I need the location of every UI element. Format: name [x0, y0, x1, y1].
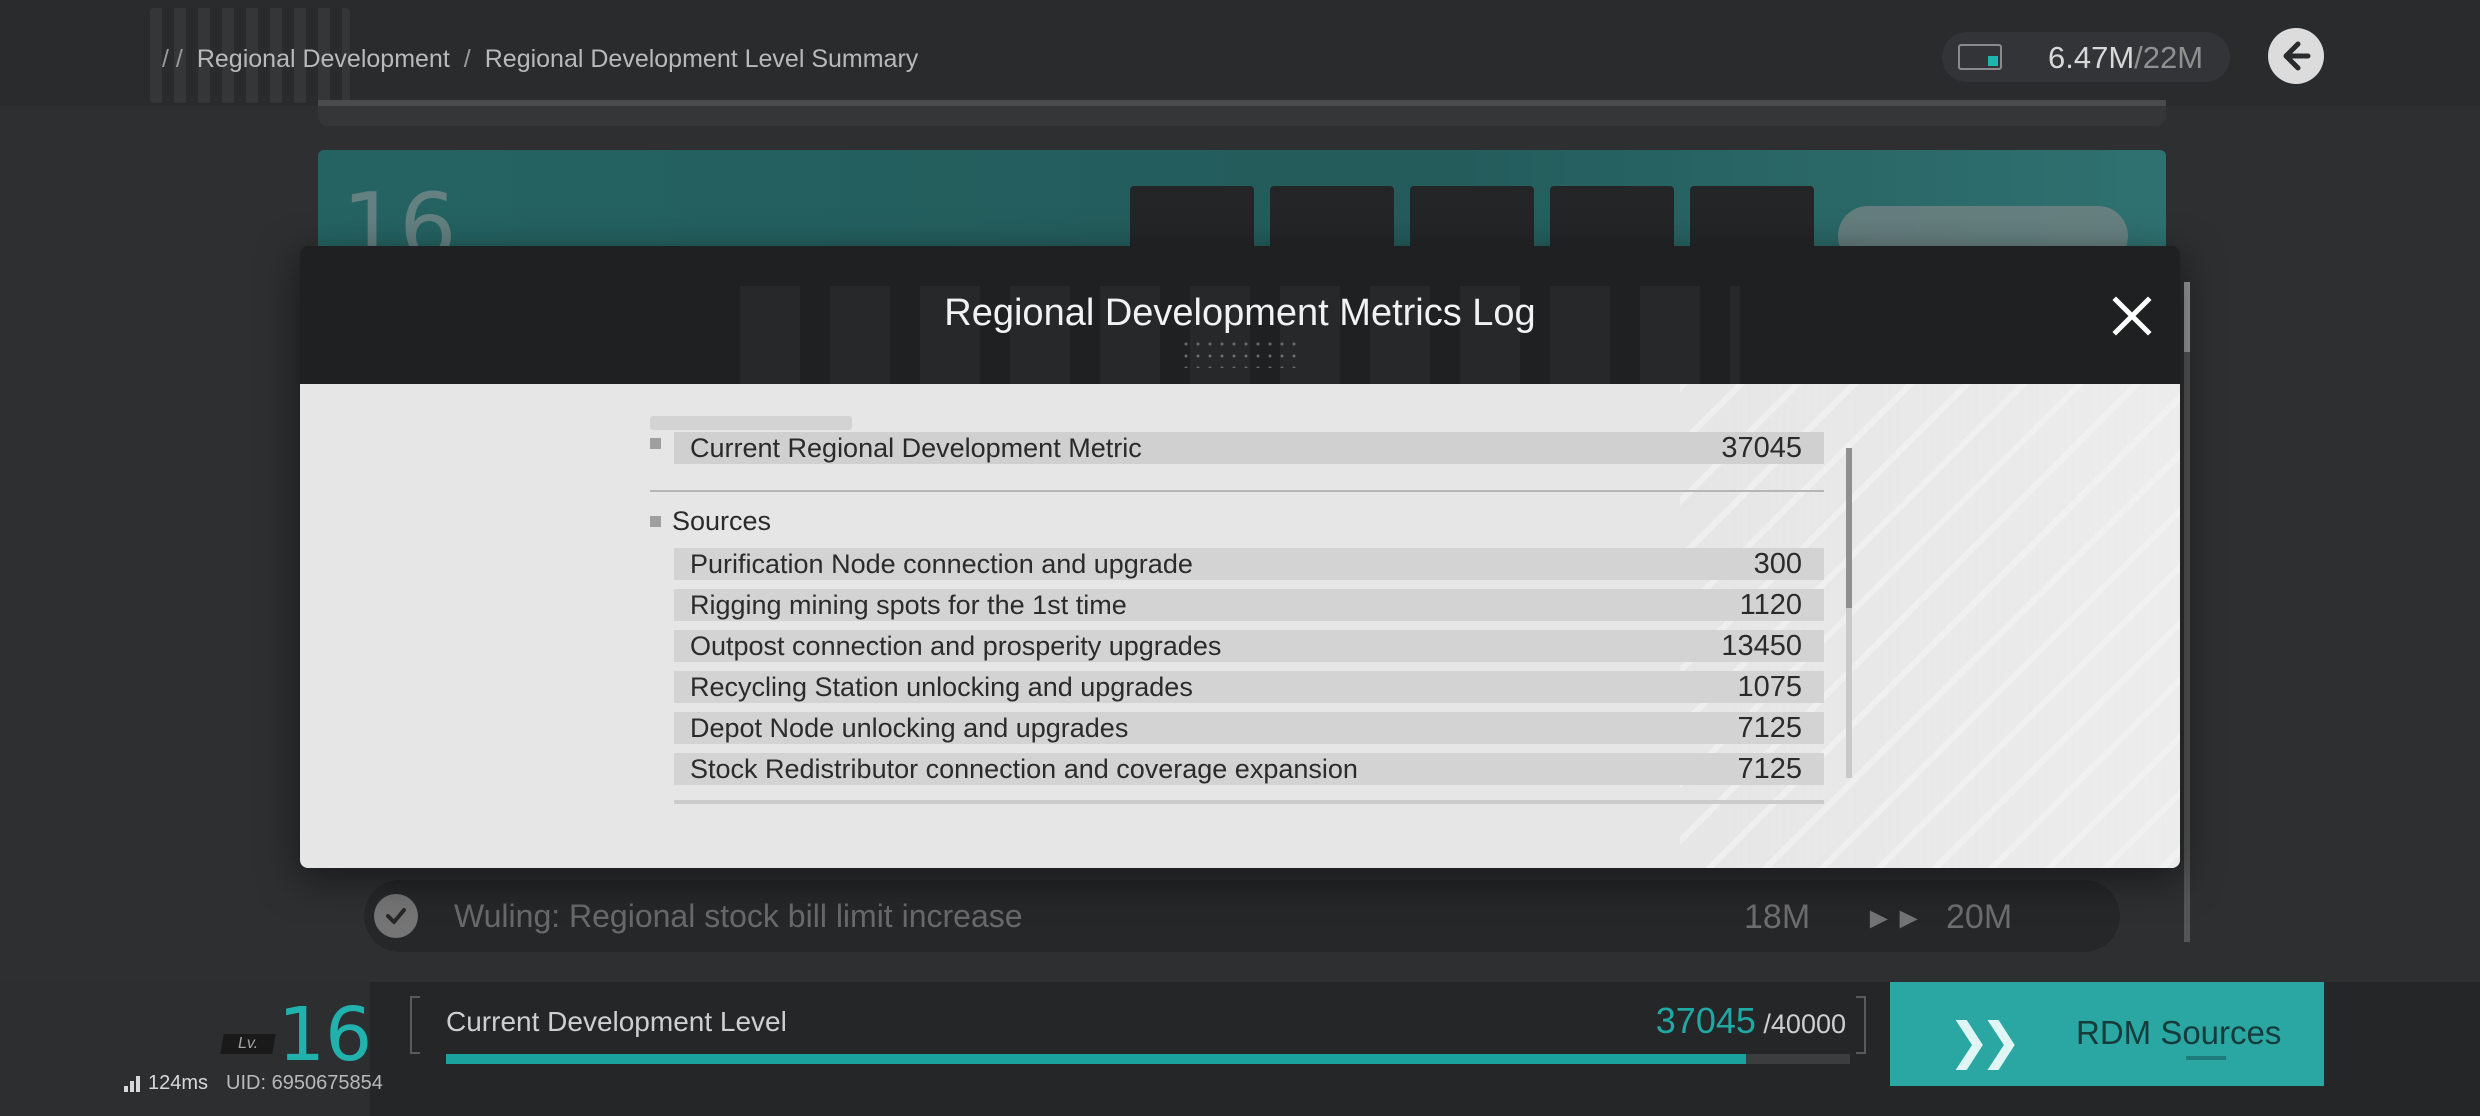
top-bar: / / Regional Development / Regional Deve…: [0, 0, 2480, 106]
source-value: 7125: [1737, 752, 1802, 785]
close-icon[interactable]: [2110, 294, 2154, 338]
modal-header: Regional Development Metrics Log: [300, 246, 2180, 384]
source-row: Purification Node connection and upgrade…: [674, 548, 1824, 580]
progress-bar-fill: [446, 1054, 1747, 1064]
double-chevron-icon: ❯❯: [1948, 1012, 2022, 1070]
breadcrumb: / / Regional Development / Regional Deve…: [162, 42, 918, 76]
stock-bill-counter[interactable]: 6.47M/22M: [1942, 32, 2230, 82]
source-value: 1075: [1737, 670, 1802, 703]
level-tag: Lv.: [220, 1034, 276, 1054]
development-level-numbers: 37045 /40000: [1656, 1000, 1846, 1042]
user-id: UID: 6950675854: [226, 1072, 383, 1094]
rdm-sources-button[interactable]: ❯❯ RDM Sources: [1890, 982, 2324, 1086]
bracket-left: [410, 996, 420, 1054]
progress-bar: [446, 1054, 1850, 1064]
rdm-sources-label: RDM Sources: [2076, 1014, 2282, 1051]
development-current: 37045: [1655, 1000, 1756, 1041]
bullet-icon: [650, 438, 661, 449]
stock-bill-value: 6.47M/22M: [2048, 40, 2203, 76]
modal-scrollbar[interactable]: [1846, 448, 1852, 778]
source-label: Purification Node connection and upgrade: [690, 548, 1193, 579]
current-metric-row: Current Regional Development Metric 3704…: [674, 432, 1824, 464]
network-status: 124ms UID: 6950675854: [124, 1072, 383, 1095]
level-block: Lv. 16: [0, 982, 373, 1116]
source-row: Depot Node unlocking and upgrades 7125: [674, 712, 1824, 744]
rdm-sources-underline: [2186, 1056, 2226, 1060]
development-level-progress: Current Development Level 37045 /40000: [410, 996, 1866, 1066]
bracket-right: [1856, 996, 1866, 1054]
source-value: 300: [1753, 547, 1802, 580]
back-button[interactable]: [2268, 28, 2324, 84]
breadcrumb-item-regional-development[interactable]: Regional Development: [197, 45, 450, 74]
ping-value: 124ms: [148, 1072, 209, 1094]
faded-header-bar: [650, 416, 852, 430]
divider: [650, 490, 1824, 492]
bottom-bar: Lv. 16 Current Development Level 37045 /…: [0, 982, 2480, 1116]
source-row: Rigging mining spots for the 1st time 11…: [674, 589, 1824, 621]
source-value: 1120: [1739, 588, 1802, 621]
source-label: Rigging mining spots for the 1st time: [690, 589, 1127, 620]
breadcrumb-item-level-summary[interactable]: Regional Development Level Summary: [485, 45, 919, 74]
modal-title: Regional Development Metrics Log: [944, 292, 1536, 334]
source-label: Stock Redistributor connection and cover…: [690, 753, 1358, 784]
back-arrow-icon: [2283, 41, 2311, 71]
breadcrumb-separator: /: [463, 44, 471, 73]
stock-bill-icon: [1958, 44, 2002, 70]
source-value: 7125: [1737, 711, 1802, 744]
source-row: Outpost connection and prosperity upgrad…: [674, 630, 1824, 662]
background-scrollbar: [2184, 282, 2190, 942]
stock-bill-current: 6.47M: [2048, 40, 2135, 75]
breadcrumb-lead-separators: / /: [162, 44, 183, 73]
current-metric-label: Current Regional Development Metric: [690, 432, 1142, 463]
development-max: /40000: [1763, 1009, 1846, 1039]
level-number: 16: [278, 992, 373, 1078]
development-level-label: Current Development Level: [446, 1006, 787, 1037]
source-label: Recycling Station unlocking and upgrades: [690, 671, 1193, 702]
source-label: Depot Node unlocking and upgrades: [690, 712, 1129, 743]
source-value: 13450: [1721, 629, 1802, 662]
source-row-partial: [674, 800, 1824, 804]
signal-icon: [124, 1075, 140, 1092]
modal-scrollbar-thumb[interactable]: [1846, 448, 1852, 608]
sources-title: Sources: [672, 506, 772, 536]
modal-title-ornament: [1180, 338, 1300, 368]
source-row: Recycling Station unlocking and upgrades…: [674, 671, 1824, 703]
current-metric-value: 37045: [1721, 431, 1802, 464]
bullet-icon: [650, 516, 661, 527]
source-row: Stock Redistributor connection and cover…: [674, 753, 1824, 785]
metrics-log-modal: Regional Development Metrics Log Current…: [300, 246, 2180, 868]
source-label: Outpost connection and prosperity upgrad…: [690, 630, 1222, 661]
stock-bill-limit: /22M: [2134, 40, 2204, 75]
modal-body: Current Regional Development Metric 3704…: [300, 384, 2180, 868]
